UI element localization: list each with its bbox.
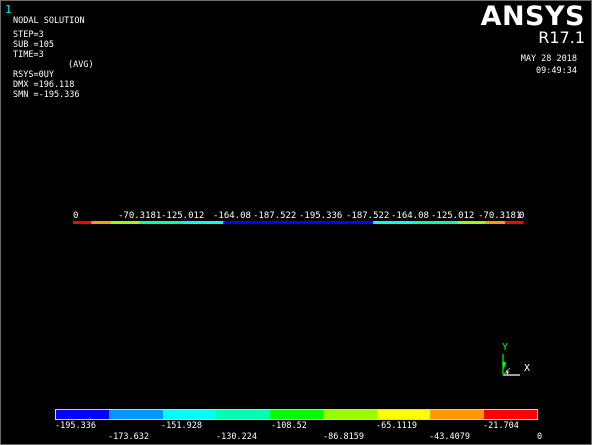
graphics-window[interactable]: 1 NODAL SOLUTION STEP=3 SUB =105 TIME=3 … — [0, 0, 592, 445]
node-label: -125.012 — [431, 211, 475, 221]
legend-swatch — [56, 410, 110, 419]
plot-date: MAY 28 2018 — [520, 54, 577, 64]
legend-swatch — [269, 410, 324, 419]
node-label: -125.012 — [161, 211, 205, 221]
beam-segment — [139, 221, 183, 224]
legend-value: 0 — [537, 432, 543, 442]
legend-swatch — [109, 410, 163, 419]
node-label: 0 — [73, 211, 79, 221]
node-label: -195.336 — [299, 211, 343, 221]
legend-swatch — [483, 410, 537, 419]
node-label: 0 — [519, 211, 525, 221]
ansys-logo: ANSYS R17.1 — [481, 3, 585, 46]
beam-contour — [73, 221, 523, 224]
beam-segment — [183, 221, 223, 224]
legend-value: -195.336 — [55, 421, 96, 431]
legend-swatch — [430, 410, 484, 419]
legend-value: -173.632 — [108, 432, 149, 442]
dmx-value: DMX =196.118 — [13, 80, 75, 90]
result-averaging: (AVG) — [68, 60, 94, 70]
legend-value: -86.8159 — [323, 432, 364, 442]
beam-segment — [413, 221, 457, 224]
legend-value: -65.1119 — [376, 421, 417, 431]
beam-segment — [91, 221, 111, 224]
beam-segment — [111, 221, 139, 224]
substep-value: SUB =105 — [13, 40, 54, 50]
brand-version: R17.1 — [538, 28, 585, 47]
brand-name: ANSYS — [480, 1, 585, 32]
coordinate-triad: Y X — [497, 341, 537, 379]
node-label: -70.3181 — [478, 211, 522, 221]
node-label: -70.3181 — [118, 211, 162, 221]
node-label: -187.522 — [346, 211, 390, 221]
legend-swatch — [216, 410, 270, 419]
legend-swatch — [376, 410, 431, 419]
triad-x-label: X — [524, 363, 531, 374]
solution-header: NODAL SOLUTION STEP=3 SUB =105 TIME=3 UY… — [13, 16, 94, 100]
time-value: TIME=3 — [13, 50, 44, 60]
contour-legend-bar — [55, 409, 538, 420]
beam-segment — [373, 221, 413, 224]
beam-segment — [505, 221, 523, 224]
plot-time: 09:49:34 — [536, 66, 577, 76]
legend-value: -43.4079 — [429, 432, 470, 442]
window-number: 1 — [5, 3, 12, 16]
smn-value: SMN =-195.336 — [13, 90, 80, 100]
beam-segment — [73, 221, 91, 224]
node-label: -187.522 — [253, 211, 297, 221]
legend-value: -108.52 — [271, 421, 307, 431]
solution-type: NODAL SOLUTION — [13, 16, 85, 26]
beam-segment — [223, 221, 373, 224]
legend-value: -21.704 — [483, 421, 519, 431]
beam-segment — [485, 221, 505, 224]
legend-swatch — [323, 410, 377, 419]
rsys-value: RSYS=0 — [13, 70, 44, 80]
legend-value: -130.224 — [216, 432, 257, 442]
legend-value: -151.928 — [161, 421, 202, 431]
legend-swatch — [162, 410, 217, 419]
result-line: UY (AVG) — [13, 60, 94, 80]
node-label: -164.08 — [213, 211, 251, 221]
node-label: -164.08 — [391, 211, 429, 221]
triad-y-label: Y — [502, 342, 509, 353]
step-value: STEP=3 — [13, 30, 44, 40]
beam-segment — [457, 221, 485, 224]
